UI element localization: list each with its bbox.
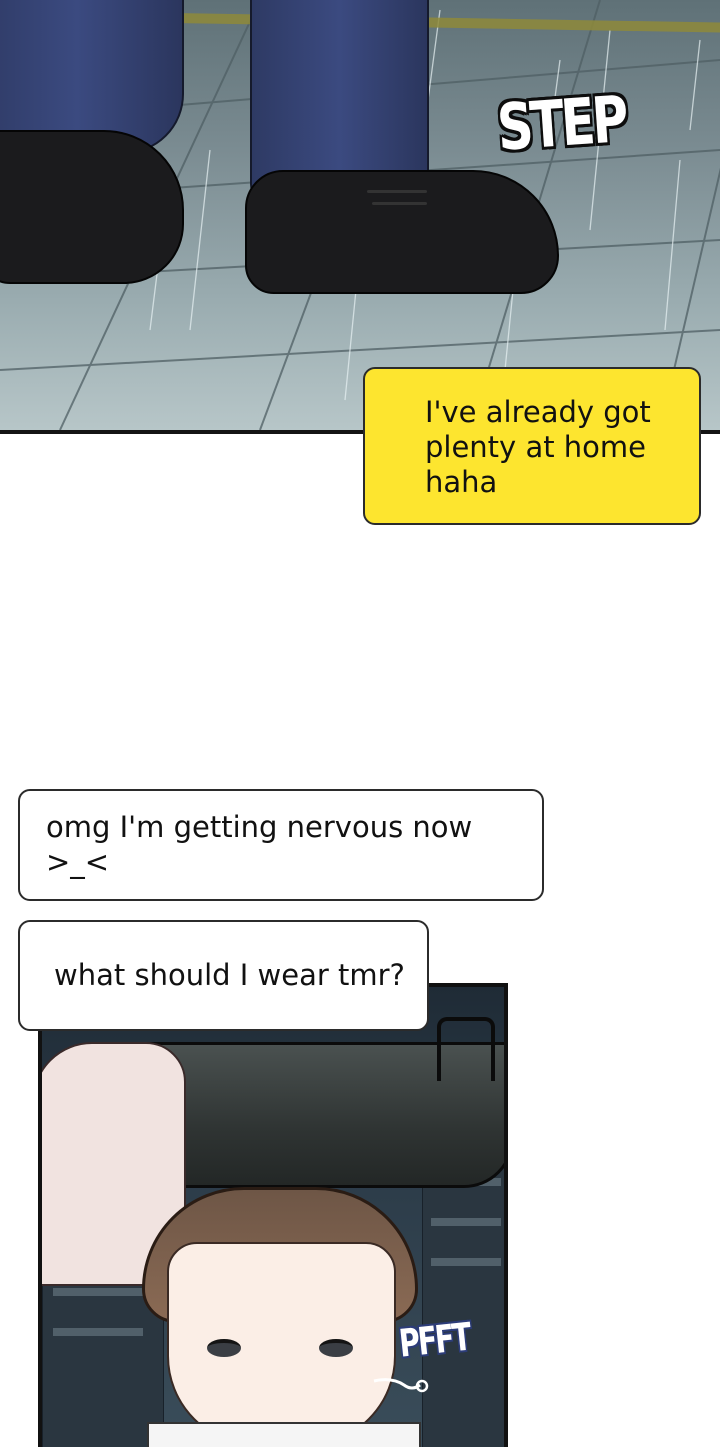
- sound-effect-pfft: PFFT: [397, 1314, 472, 1366]
- comic-panel-boy-briefcase: PFFT: [38, 983, 508, 1447]
- chat-bubble-white: what should I wear tmr?: [18, 920, 429, 1031]
- briefcase-handle: [437, 1017, 495, 1081]
- right-dress-shoe: [245, 170, 559, 294]
- squiggle-mark: [373, 1378, 429, 1393]
- sound-effect-step: STEP: [495, 83, 629, 166]
- chat-bubble-text: what should I wear tmr?: [54, 958, 405, 992]
- chat-bubble-yellow: I've already got plenty at home haha: [363, 367, 701, 525]
- chat-bubble-white: omg I'm getting nervous now >_<: [18, 789, 544, 901]
- chat-bubble-line: haha: [425, 465, 498, 499]
- chat-bubble-text: omg I'm getting nervous now >_<: [46, 810, 473, 879]
- boy-face: [167, 1242, 396, 1446]
- chat-bubble-line: plenty at home: [425, 430, 647, 464]
- left-dress-shoe: [0, 130, 184, 284]
- left-eye: [207, 1339, 241, 1357]
- right-eye: [319, 1339, 353, 1357]
- background-building: [422, 1147, 504, 1447]
- chat-bubble-line: I've already got: [425, 395, 651, 429]
